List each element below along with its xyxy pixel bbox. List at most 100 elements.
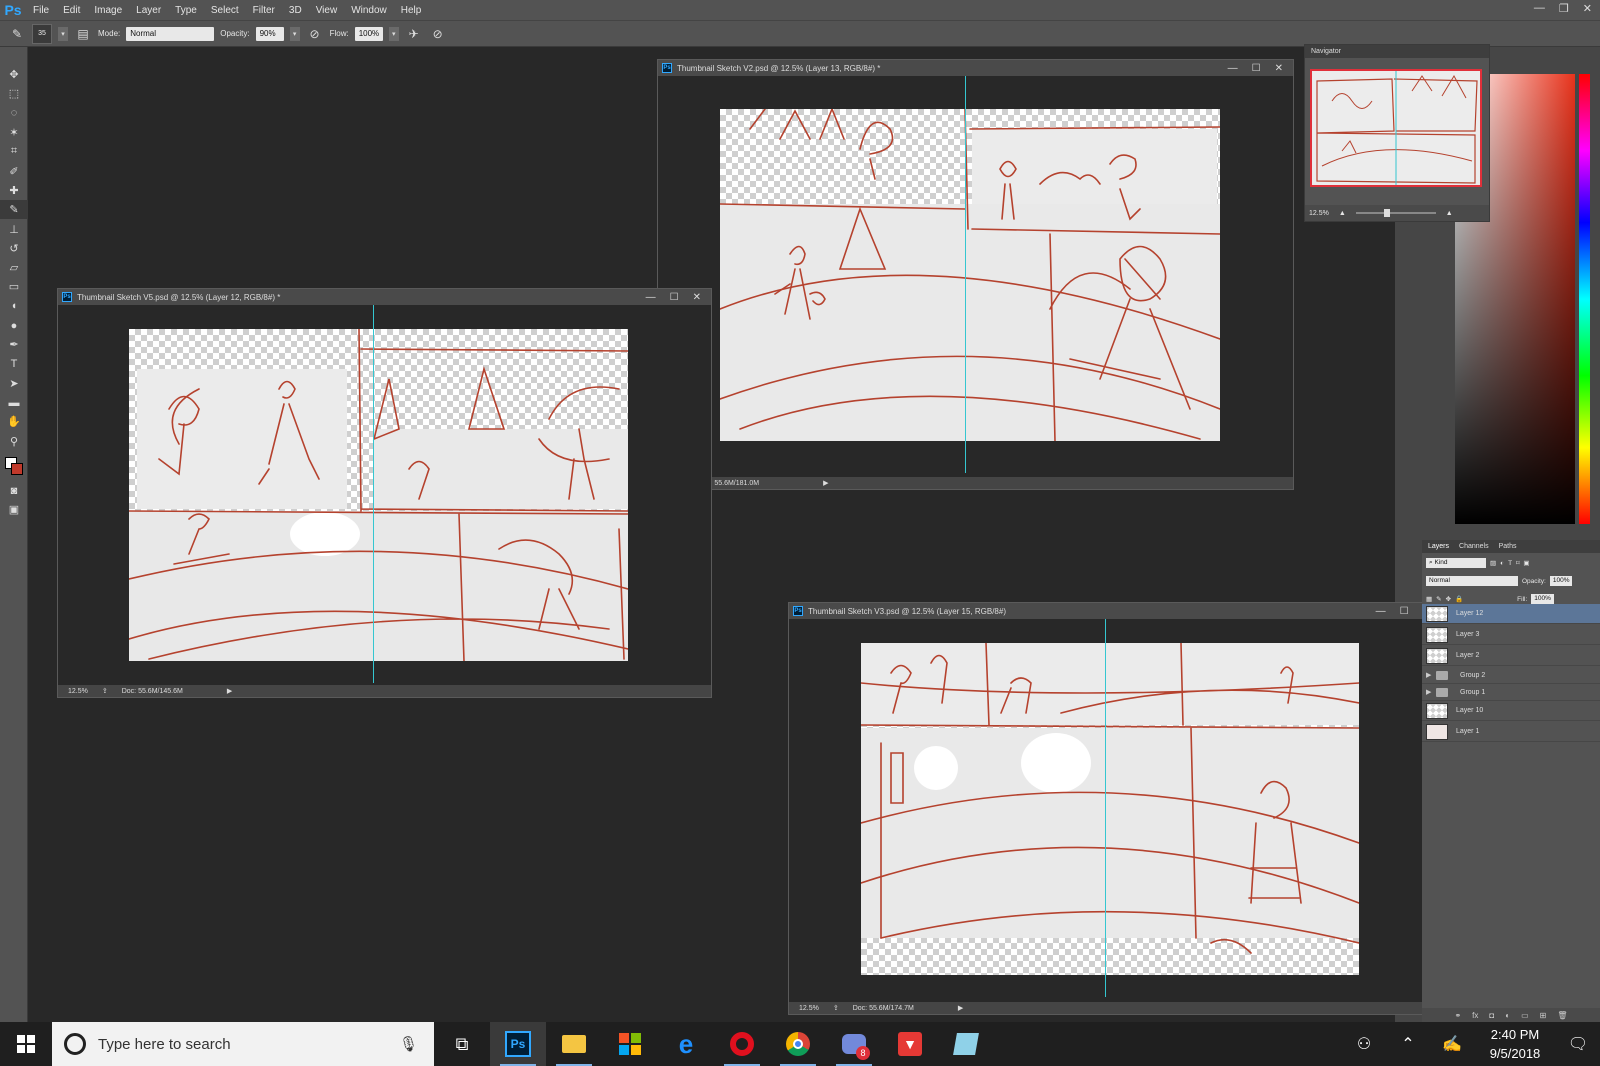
expand-arrow-icon[interactable]: ▶ — [1426, 671, 1431, 679]
zoom-tool-icon[interactable]: ⚲ — [0, 432, 28, 451]
menu-layer[interactable]: Layer — [129, 5, 168, 16]
healing-brush-tool-icon[interactable]: ✚ — [0, 181, 28, 200]
brush-tool-icon[interactable]: ✎ — [0, 200, 28, 220]
navigator-tab[interactable]: Navigator — [1305, 45, 1489, 58]
shield-app-icon[interactable]: ▼ — [882, 1022, 938, 1066]
file-explorer-icon[interactable] — [546, 1022, 602, 1066]
new-layer-icon[interactable]: ⊞ — [1540, 1011, 1547, 1020]
maximize-icon[interactable]: ☐ — [1252, 63, 1261, 74]
pen-tool-icon[interactable]: ✒ — [0, 335, 28, 354]
canvas-area-v3[interactable] — [789, 619, 1441, 1002]
vertical-guide[interactable] — [965, 76, 966, 473]
maximize-icon[interactable]: ☐ — [1400, 606, 1409, 617]
zoom-slider-handle[interactable] — [1383, 209, 1390, 217]
discord-icon[interactable]: 8 — [826, 1022, 882, 1066]
layer-row-layer-10[interactable]: Layer 10 — [1422, 701, 1600, 721]
brush-preset-icon[interactable]: ✎ — [8, 25, 26, 43]
layer-fill-field[interactable]: 100% — [1531, 594, 1554, 604]
quick-mask-icon[interactable]: ◙ — [0, 481, 28, 500]
menu-image[interactable]: Image — [87, 5, 129, 16]
canvas-area-v5[interactable] — [58, 305, 711, 685]
menu-type[interactable]: Type — [168, 5, 204, 16]
edge-icon[interactable]: e — [658, 1022, 714, 1066]
clock[interactable]: 2:40 PM 9/5/2018 — [1474, 1025, 1556, 1063]
menu-help[interactable]: Help — [394, 5, 429, 16]
filter-pixel-icon[interactable]: ▨ — [1490, 559, 1496, 567]
start-button[interactable] — [0, 1022, 52, 1066]
opera-icon[interactable] — [714, 1022, 770, 1066]
gradient-tool-icon[interactable]: ▭ — [0, 277, 28, 296]
task-view-icon[interactable]: ⧉ — [434, 1022, 490, 1066]
store-icon[interactable] — [602, 1022, 658, 1066]
minimize-icon[interactable]: — — [1534, 2, 1545, 15]
doc-titlebar-v3[interactable]: Ps Thumbnail Sketch V3.psd @ 12.5% (Laye… — [789, 603, 1441, 619]
canvas-area-v2[interactable] — [658, 76, 1293, 477]
action-center-icon[interactable]: 🗨 — [1556, 1034, 1600, 1054]
color-swatches[interactable] — [0, 451, 27, 481]
path-selection-tool-icon[interactable]: ➤ — [0, 374, 28, 393]
tab-paths[interactable]: Paths — [1499, 543, 1517, 550]
notes-app-icon[interactable] — [938, 1022, 994, 1066]
doc-titlebar-v2[interactable]: Ps Thumbnail Sketch V2.psd @ 12.5% (Laye… — [658, 60, 1293, 76]
airbrush-icon[interactable]: ✈ — [405, 25, 423, 43]
pressure-opacity-icon[interactable]: ⊘ — [306, 25, 324, 43]
blur-tool-icon[interactable]: ◖ — [0, 297, 28, 316]
adjustment-layer-icon[interactable]: ◐ — [1505, 1011, 1510, 1020]
eraser-tool-icon[interactable]: ▱ — [0, 258, 28, 277]
menu-window[interactable]: Window — [344, 5, 394, 16]
eyedropper-tool-icon[interactable]: ✐ — [0, 161, 28, 180]
people-icon[interactable]: ⚇ — [1342, 1034, 1386, 1054]
menu-3d[interactable]: 3D — [282, 5, 309, 16]
vertical-guide[interactable] — [1105, 619, 1106, 997]
pressure-size-icon[interactable]: ⊘ — [429, 25, 447, 43]
type-tool-icon[interactable]: T — [0, 354, 28, 373]
shape-tool-icon[interactable]: ▬ — [0, 393, 28, 412]
zoom-out-icon[interactable]: ▲ — [1339, 210, 1346, 217]
minimize-icon[interactable]: — — [1376, 606, 1386, 617]
minimize-icon[interactable]: — — [1228, 63, 1238, 74]
opacity-field[interactable]: 90% — [255, 26, 284, 41]
pen-workspace-icon[interactable]: ✍ — [1430, 1034, 1474, 1054]
layer-row-layer-12[interactable]: Layer 12 — [1422, 604, 1600, 624]
marquee-tool-icon[interactable]: ⬚ — [0, 84, 28, 103]
restore-icon[interactable]: ❐ — [1559, 2, 1569, 15]
microphone-icon[interactable]: 🎙 — [399, 1035, 418, 1053]
show-hidden-icons-icon[interactable]: ⌃ — [1386, 1034, 1430, 1054]
expand-arrow-icon[interactable]: ▶ — [1426, 688, 1431, 696]
background-color-swatch[interactable] — [11, 462, 23, 475]
layer-row-layer-2[interactable]: Layer 2 — [1422, 646, 1600, 666]
doc-titlebar-v5[interactable]: Ps Thumbnail Sketch V5.psd @ 12.5% (Laye… — [58, 289, 711, 305]
lock-position-icon[interactable]: ✥ — [1446, 595, 1451, 603]
vertical-guide[interactable] — [373, 305, 374, 683]
lock-pixels-icon[interactable]: ✎ — [1436, 595, 1441, 603]
filter-adjustment-icon[interactable]: ◐ — [1500, 560, 1504, 567]
opacity-dropdown-icon[interactable]: ▾ — [289, 26, 300, 41]
cortana-icon[interactable] — [64, 1033, 86, 1055]
status-menu-arrow-icon[interactable]: ▶ — [823, 479, 828, 487]
sketch-canvas-v3[interactable] — [861, 619, 1359, 997]
new-group-icon[interactable]: ▭ — [1521, 1011, 1529, 1020]
navigator-zoom[interactable]: 12.5% — [1309, 210, 1329, 217]
menu-view[interactable]: View — [309, 5, 345, 16]
crop-tool-icon[interactable]: ⌗ — [0, 142, 28, 161]
dodge-tool-icon[interactable]: ● — [0, 316, 28, 335]
link-layers-icon[interactable]: ⚭ — [1454, 1011, 1461, 1020]
tab-layers[interactable]: Layers — [1428, 543, 1449, 550]
lock-all-icon[interactable]: 🔒 — [1455, 595, 1463, 603]
kind-filter-select[interactable]: ⌕ Kind — [1426, 558, 1486, 568]
zoom-in-icon[interactable]: ▲ — [1446, 210, 1453, 217]
delete-layer-icon[interactable]: 🗑 — [1557, 1011, 1567, 1020]
filter-shape-icon[interactable]: ⌑ — [1516, 559, 1519, 567]
navigator-zoom-slider[interactable] — [1355, 209, 1436, 217]
status-menu-arrow-icon[interactable]: ▶ — [958, 1004, 963, 1012]
filter-type-icon[interactable]: T — [1508, 560, 1512, 567]
layer-row-layer-3[interactable]: Layer 3 — [1422, 625, 1600, 645]
layer-row-group-1[interactable]: ▶ Group 1 — [1422, 684, 1600, 701]
layer-row-layer-1[interactable]: Layer 1 — [1422, 722, 1600, 742]
menu-filter[interactable]: Filter — [246, 5, 282, 16]
layer-row-group-2[interactable]: ▶ Group 2 — [1422, 667, 1600, 684]
doc-zoom-v3[interactable]: 12.5% — [799, 1005, 819, 1012]
screen-mode-icon[interactable]: ▣ — [0, 500, 28, 519]
blend-mode-select[interactable]: Normal — [1426, 576, 1518, 586]
taskbar-search[interactable]: Type here to search 🎙 — [52, 1022, 434, 1066]
